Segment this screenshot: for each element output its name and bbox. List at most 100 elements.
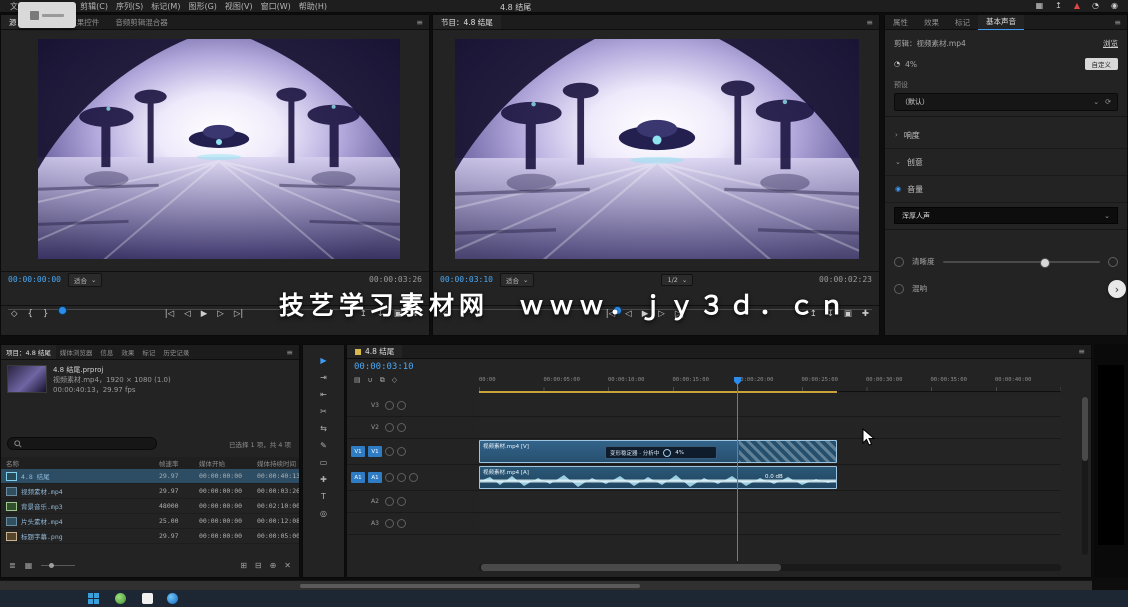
playhead-line[interactable]: [737, 383, 738, 561]
menu-view[interactable]: 视图(V): [221, 1, 257, 12]
tab-program[interactable]: 节目：4.8 结尾: [433, 15, 501, 29]
browse-link[interactable]: 浏览: [1103, 38, 1118, 49]
column-framerate[interactable]: 帧速率: [159, 458, 199, 468]
tab-history[interactable]: 历史记录: [159, 345, 193, 359]
tab-properties[interactable]: 属性: [885, 15, 916, 29]
toggle-circle-icon[interactable]: [1108, 257, 1118, 267]
slip-tool[interactable]: ⇆: [313, 421, 335, 436]
tab-essential-sound[interactable]: 基本声音: [978, 15, 1024, 30]
section-loudness[interactable]: › 响度: [885, 122, 1127, 149]
snap-icon[interactable]: ∪: [368, 376, 373, 385]
ripple-edit-tool[interactable]: ⇤: [313, 387, 335, 402]
track-select-tool[interactable]: ⇥: [313, 370, 335, 385]
new-bin-icon[interactable]: ⊟: [255, 561, 262, 570]
green-app-icon[interactable]: [115, 593, 126, 604]
tab-sequence[interactable]: 4.8 结尾: [347, 345, 402, 358]
track-a3-lane[interactable]: [479, 513, 1061, 535]
column-name[interactable]: 名称: [6, 458, 159, 468]
alert-icon[interactable]: ▲: [1074, 2, 1080, 10]
panel-menu-icon[interactable]: ≡: [1108, 18, 1127, 27]
section-volume[interactable]: ◉ 音量: [885, 176, 1127, 203]
preset-item[interactable]: 浑厚人声 ⌄: [894, 207, 1118, 224]
program-position-timecode[interactable]: 00:00:03:10: [440, 275, 493, 284]
track-v3-lane[interactable]: [479, 395, 1061, 417]
column-media-start[interactable]: 媒体开始: [199, 458, 257, 468]
browser-app-icon[interactable]: [167, 593, 178, 604]
icon-view-icon[interactable]: ▦: [25, 561, 33, 570]
tab-info[interactable]: 信息: [96, 345, 117, 359]
tab-markers[interactable]: 标记: [138, 345, 159, 359]
timeline-horizontal-scrollbar[interactable]: [479, 564, 1061, 571]
menu-sequence[interactable]: 序列(S): [112, 1, 147, 12]
clarity-slider[interactable]: [943, 261, 1101, 263]
track-v2-lane[interactable]: [479, 417, 1061, 439]
track-a1-lane[interactable]: 视频素材.mp4 [A] 0.0 dB: [479, 465, 1061, 491]
custom-button[interactable]: 自定义: [1085, 58, 1119, 70]
section-creative[interactable]: ⌄ 创意: [885, 149, 1127, 176]
rectangle-tool[interactable]: ▭: [313, 455, 335, 470]
source-patch-a1[interactable]: A1: [351, 472, 365, 483]
add-marker-icon[interactable]: ◇: [392, 376, 397, 385]
table-row[interactable]: 4.8 结尾 29.97 00:00:00:00 00:00:40:13: [1, 469, 299, 484]
notes-app-icon[interactable]: [142, 593, 153, 604]
panel-menu-icon[interactable]: ≡: [860, 18, 879, 27]
tab-audio-clip-mixer[interactable]: 音频剪辑混合器: [107, 15, 176, 29]
type-tool[interactable]: T: [313, 489, 335, 504]
timeline-ruler[interactable]: 00:0000:00:05:00 00:00:10:0000:00:15:00 …: [479, 377, 1061, 392]
linked-selection-icon[interactable]: ⧉: [380, 376, 385, 385]
track-header-a2[interactable]: A2: [347, 491, 479, 513]
delete-icon[interactable]: ✕: [284, 561, 291, 570]
zoom-tool[interactable]: ◎: [313, 506, 335, 521]
toggle-circle-icon[interactable]: [894, 257, 904, 267]
program-resolution-select[interactable]: 1/2⌄: [661, 274, 693, 286]
track-a2-lane[interactable]: [479, 491, 1061, 513]
menu-graphics[interactable]: 图形(G): [184, 1, 220, 12]
track-target-a1[interactable]: A1: [368, 472, 382, 483]
menu-help[interactable]: 帮助(H): [295, 1, 331, 12]
track-header-a1[interactable]: A1 A1: [347, 465, 479, 491]
list-view-icon[interactable]: ≣: [9, 561, 16, 570]
hand-tool[interactable]: ✚: [313, 472, 335, 487]
zoom-slider[interactable]: [41, 563, 54, 568]
start-icon[interactable]: [88, 593, 99, 604]
user-icon[interactable]: ◉: [1111, 2, 1118, 10]
menu-markers[interactable]: 标记(M): [147, 1, 184, 12]
clip-effect-badge[interactable]: 变形稳定器 · 分析中 4%: [605, 446, 717, 459]
home-button[interactable]: [18, 2, 76, 28]
source-patch-v1[interactable]: V1: [351, 446, 365, 457]
video-clip[interactable]: 视频素材.mp4 [V] 变形稳定器 · 分析中 4%: [479, 440, 837, 463]
program-zoom-select[interactable]: 适合⌄: [500, 273, 534, 287]
notifications-icon[interactable]: ◔: [1092, 2, 1099, 10]
timeline-vertical-scrollbar[interactable]: [1082, 397, 1088, 555]
app-horizontal-scrollbar[interactable]: [300, 584, 640, 588]
track-header-a3[interactable]: A3: [347, 513, 479, 535]
menu-clip[interactable]: 剪辑(C): [76, 1, 112, 12]
new-item-icon[interactable]: ⊕: [270, 561, 277, 570]
track-target-v1[interactable]: V1: [368, 446, 382, 457]
panel-menu-icon[interactable]: ≡: [410, 18, 429, 27]
refresh-icon[interactable]: ⟳: [1105, 98, 1111, 106]
menu-window[interactable]: 窗口(W): [257, 1, 295, 12]
tab-effects[interactable]: 效果: [916, 15, 947, 29]
tab-effects[interactable]: 效果: [117, 345, 138, 359]
razor-tool[interactable]: ✂: [313, 404, 335, 419]
track-header-v3[interactable]: V3: [347, 395, 479, 417]
selection-tool[interactable]: ▶: [313, 353, 335, 368]
audio-clip[interactable]: 视频素材.mp4 [A] 0.0 dB: [479, 466, 837, 489]
source-zoom-select[interactable]: 适合⌄: [68, 273, 102, 287]
table-row[interactable]: 片头素材.mp4 25.00 00:00:00:00 00:00:12:08: [1, 514, 299, 529]
sequence-settings-icon[interactable]: ▤: [354, 376, 361, 385]
panel-menu-icon[interactable]: ≡: [1072, 347, 1091, 356]
track-v1-lane[interactable]: 视频素材.mp4 [V] 变形稳定器 · 分析中 4%: [479, 439, 1061, 465]
tab-media-browser[interactable]: 媒体浏览器: [56, 345, 97, 359]
tab-project[interactable]: 项目：4.8 结尾: [1, 345, 56, 359]
column-media-duration[interactable]: 媒体持续时间: [257, 458, 299, 468]
quick-export-icon[interactable]: ↥: [1055, 2, 1062, 10]
track-header-v1[interactable]: V1 V1: [347, 439, 479, 465]
table-row[interactable]: 视频素材.mp4 29.97 00:00:00:00 00:00:03:26: [1, 484, 299, 499]
automate-to-sequence-icon[interactable]: ⊞: [240, 561, 247, 570]
pen-tool[interactable]: ✎: [313, 438, 335, 453]
panel-menu-icon[interactable]: ≡: [280, 348, 299, 357]
timeline-timecode[interactable]: 00:00:03:10: [354, 362, 414, 372]
track-header-v2[interactable]: V2: [347, 417, 479, 439]
